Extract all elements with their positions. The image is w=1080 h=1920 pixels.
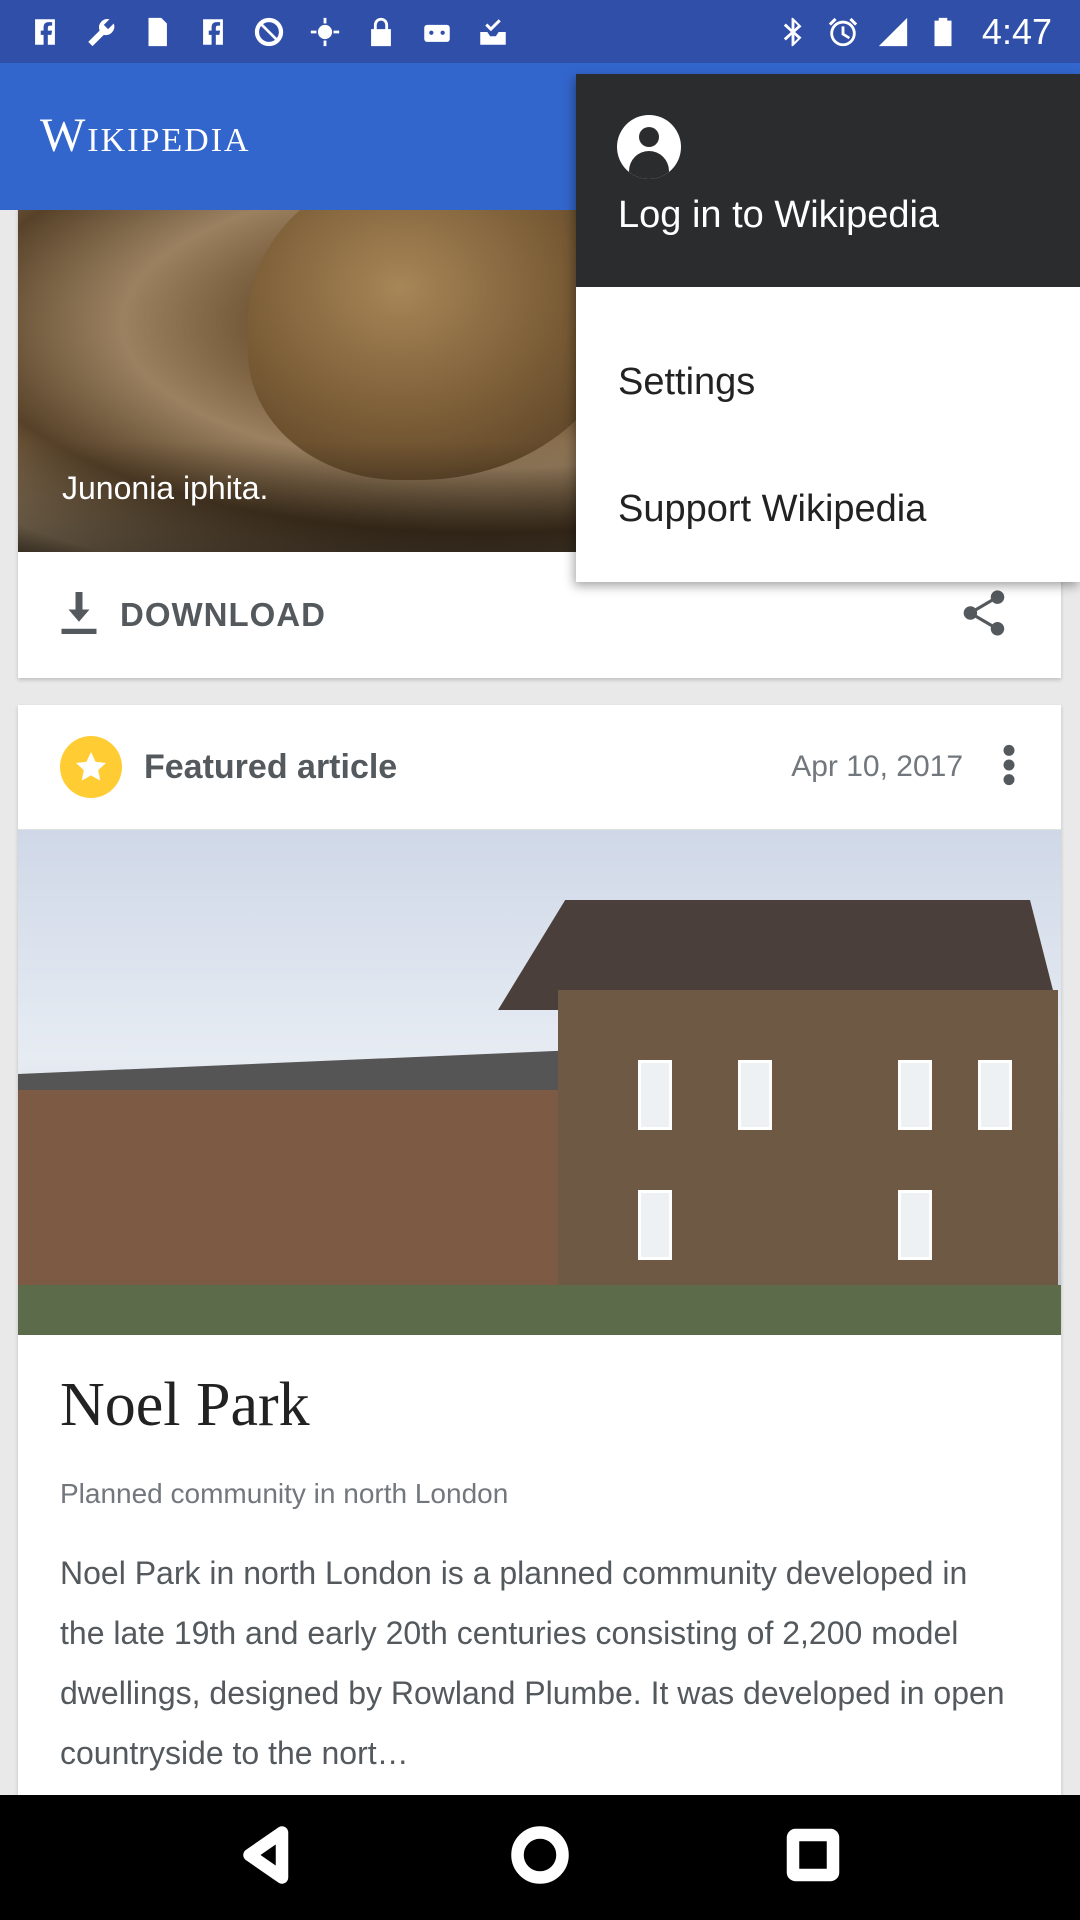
article-title[interactable]: Noel Park: [60, 1370, 310, 1441]
system-icons: 4:47: [776, 11, 1052, 53]
alarm-icon: [826, 15, 860, 49]
support-menu-item[interactable]: Support Wikipedia: [576, 464, 1080, 554]
brick-house-shape: [558, 990, 1058, 1290]
article-extract: Noel Park in north London is a planned c…: [60, 1543, 1020, 1783]
article-extract-text: Noel Park in north London is a planned c…: [60, 1555, 1005, 1771]
battery-icon: [926, 15, 960, 49]
share-icon[interactable]: [957, 586, 1011, 645]
card-date: Apr 10, 2017: [791, 750, 963, 783]
login-menu-item[interactable]: Log in to Wikipedia: [576, 74, 1080, 287]
status-time: 4:47: [981, 10, 1052, 52]
window-shape: [738, 1060, 772, 1130]
terrace-houses-shape: [18, 1090, 578, 1290]
recents-icon[interactable]: [783, 1825, 843, 1890]
window-shape: [898, 1190, 932, 1260]
facebook-icon: [196, 15, 230, 49]
block-icon: [252, 15, 286, 49]
account-icon: [617, 115, 681, 179]
status-bar: 4:47: [0, 0, 1080, 63]
overflow-menu: Log in to Wikipedia Settings Support Wik…: [576, 74, 1080, 582]
window-shape: [638, 1060, 672, 1130]
lock-icon: [364, 15, 398, 49]
wrench-icon: [84, 15, 118, 49]
download-button[interactable]: DOWNLOAD: [120, 596, 326, 634]
home-icon[interactable]: [510, 1825, 570, 1890]
download-icon[interactable]: [58, 590, 100, 641]
card-header: Featured article Apr 10, 2017: [18, 705, 1061, 830]
signal-icon: [876, 15, 910, 49]
butterfly-wing-shape: [248, 210, 628, 480]
window-shape: [638, 1190, 672, 1260]
account-icon-head: [639, 127, 659, 147]
card-header-label: Featured article: [144, 747, 398, 786]
login-label[interactable]: Log in to Wikipedia: [618, 194, 939, 237]
star-icon: [60, 736, 122, 798]
robot-icon: [420, 15, 454, 49]
featured-article-card[interactable]: Featured article Apr 10, 2017 Noel Park …: [18, 705, 1061, 1795]
ground-shape: [18, 1285, 1061, 1335]
account-icon-body: [629, 151, 669, 179]
window-shape: [978, 1060, 1012, 1130]
wikipedia-wordmark: Wikipedia: [40, 109, 251, 162]
picture-caption: Junonia iphita.: [62, 470, 269, 506]
window-shape: [898, 1060, 932, 1130]
fake-gps-icon: [308, 15, 342, 49]
inbox-check-icon: [476, 15, 510, 49]
facebook-icon: [28, 15, 62, 49]
article-image[interactable]: [18, 830, 1061, 1335]
sim-card-icon: [140, 15, 174, 49]
bluetooth-icon: [776, 15, 810, 49]
article-description: Planned community in north London: [60, 1478, 509, 1509]
navigation-bar: [0, 1795, 1080, 1920]
more-vert-icon[interactable]: [999, 743, 1019, 792]
notification-icons: [28, 15, 510, 49]
settings-menu-item[interactable]: Settings: [576, 337, 1080, 427]
back-icon[interactable]: [237, 1825, 297, 1890]
